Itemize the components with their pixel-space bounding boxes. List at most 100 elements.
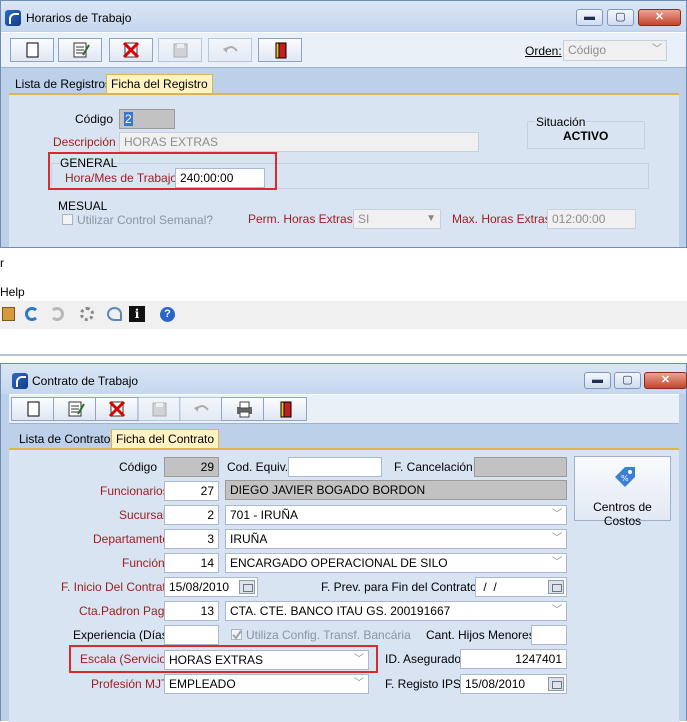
mesual-label: MESUAL [58,199,108,213]
redo-icon[interactable] [50,307,64,321]
exit-button[interactable] [258,38,302,62]
edit-document-icon [68,401,85,417]
codigo-label: Código [75,112,114,126]
sucursal-label: Sucursal [119,508,166,522]
max-horas-field[interactable]: 012:00:00 [547,209,636,229]
utiliza-config-checkbox[interactable] [231,629,242,640]
delete-record-button[interactable] [109,38,153,62]
new-record-button[interactable] [10,38,54,62]
exit-button[interactable] [263,397,307,421]
new-record-button[interactable] [11,397,55,421]
window-title: Contrato de Trabajo [32,374,139,388]
descripcion-field[interactable]: HORAS EXTRAS [119,132,479,152]
centros-costos-button[interactable]: % Centros de Costos [574,456,671,528]
minimize-button[interactable]: ▬ [576,9,603,26]
help-question-icon[interactable]: ? [160,307,175,322]
utilizar-control-checkbox[interactable] [62,214,73,225]
chevron-down-icon: ﹀ [354,678,364,689]
departamento-label: Departamento [93,532,170,546]
profesion-mjt-value: EMPLEADO [169,677,236,691]
settings-gear-icon[interactable] [80,307,94,321]
calendar-icon[interactable] [548,677,564,691]
edit-record-button[interactable] [53,397,97,421]
sucursal-num-field[interactable]: 2 [164,505,219,525]
funcionarios-label: Funcionarios [100,484,169,498]
f-cancelacion-field[interactable] [474,457,567,477]
registo-ips-field[interactable]: 15/08/2010 [460,674,567,694]
prev-fin-field[interactable]: / / [475,577,567,597]
svg-text:%: % [621,474,629,483]
maximize-button[interactable]: ▢ [614,372,641,389]
save-disk-icon [152,402,167,417]
departamento-select[interactable]: IRUÑA ﹀ [225,529,567,549]
app-icon [5,10,21,26]
print-button[interactable] [221,397,265,421]
tab-strip: Lista de Contratos Ficha del Contrato [9,428,679,450]
perm-horas-select[interactable]: SI ▼ [353,209,441,229]
toolbar [9,394,679,424]
price-tag-icon: % [615,467,635,487]
tab-lista-registros[interactable]: Lista de Registros [11,75,115,95]
sucursal-select[interactable]: 701 - IRUÑA ﹀ [225,505,567,525]
minimize-button[interactable]: ▬ [584,372,611,389]
title-bar: Horarios de Trabajo ▬ ▢ ✕ [1,1,686,31]
funcion-select[interactable]: ENCARGADO OPERACIONAL DE SILO ﹀ [225,553,567,573]
tab-ficha-contrato[interactable]: Ficha del Contrato [111,429,220,449]
funcionarios-name-field[interactable]: DIEGO JAVIER BOGADO BORDON [225,480,567,500]
save-button[interactable] [137,397,181,421]
tab-lista-contratos[interactable]: Lista de Contratos [15,430,120,450]
experiencia-field[interactable] [164,625,219,645]
orden-value: Código [568,43,607,57]
inicio-contrato-field[interactable]: 15/08/2010 [164,577,258,597]
tools-icon[interactable] [107,307,122,321]
cta-padron-num-field[interactable]: 13 [164,601,219,621]
edit-record-button[interactable] [58,38,102,62]
close-button[interactable]: ✕ [638,9,681,26]
profesion-mjt-select[interactable]: EMPLEADO ﹀ [164,674,369,694]
info-icon[interactable]: i [129,306,145,322]
funcion-label: Función [122,556,165,570]
window-title: Horarios de Trabajo [26,11,132,25]
orden-select[interactable]: Código ﹀ [563,40,667,61]
inicio-contrato-label: F. Inicio Del Contrato [61,580,173,594]
profesion-mjt-label: Profesión MJT [91,677,169,691]
prev-fin-value: / / [480,580,497,594]
edit-document-icon [73,42,90,58]
delete-record-button[interactable] [95,397,139,421]
id-asegurado-label: ID. Asegurado [385,652,462,666]
undo-button[interactable] [208,38,252,62]
hijos-menores-field[interactable] [531,625,567,645]
chevron-down-icon: ﹀ [552,509,562,520]
chevron-down-icon: ﹀ [552,533,562,544]
cta-padron-select[interactable]: CTA. CTE. BANCO ITAU GS. 200191667 ﹀ [225,601,567,621]
fragment-divider [0,354,687,356]
situacion-label: Situación [535,115,587,129]
tab-ficha-registro[interactable]: Ficha del Registro [106,74,213,94]
codigo-field[interactable]: 29 [164,457,219,477]
funcionarios-num-field[interactable]: 27 [164,481,219,501]
undo-icon[interactable] [25,307,39,321]
cod-equiv-field[interactable] [288,457,382,477]
menu-fragment[interactable]: r [0,256,4,270]
funcion-num-field[interactable]: 14 [164,553,219,573]
help-menu[interactable]: Help [0,285,25,299]
undo-button[interactable] [179,397,223,421]
maximize-button[interactable]: ▢ [607,9,634,26]
close-button[interactable]: ✕ [644,372,687,389]
delete-icon [122,41,140,59]
descripcion-label: Descripción [53,135,116,149]
calendar-icon[interactable] [239,580,255,594]
perm-horas-value: SI [358,212,370,226]
save-disk-icon [173,43,188,58]
registro-panel: Código 2 Descripción HORAS EXTRAS Situac… [9,95,679,247]
clipboard-icon[interactable] [2,307,15,321]
codigo-field[interactable]: 2 [119,109,175,129]
situacion-value: ACTIVO [563,129,609,143]
departamento-num-field[interactable]: 3 [164,529,219,549]
departamento-name: IRUÑA [230,532,268,546]
prev-fin-label: F. Prev. para Fin del Contrato [321,580,477,594]
save-button[interactable] [158,38,202,62]
calendar-icon[interactable] [548,580,564,594]
f-cancelacion-label: F. Cancelación [394,460,473,474]
id-asegurado-field[interactable]: 1247401 [460,649,567,669]
